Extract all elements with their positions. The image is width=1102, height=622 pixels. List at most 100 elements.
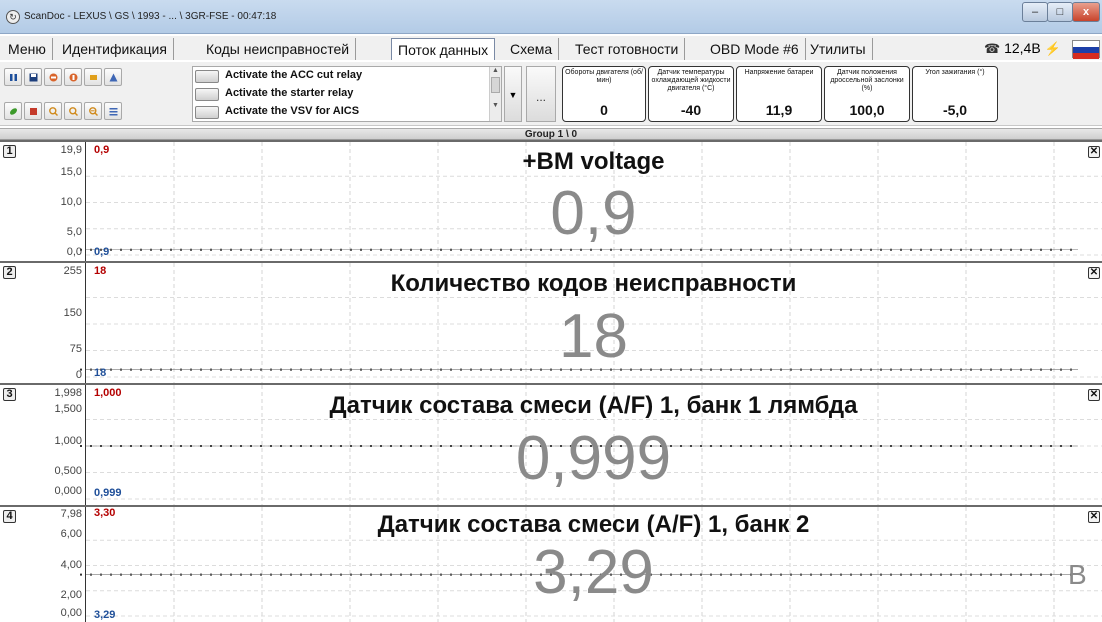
y-tick: 7,98	[60, 508, 82, 520]
actuator-list-scrollbar[interactable]: ▲ ▼	[489, 67, 501, 121]
window-title: ScanDoc - LEXUS \ GS \ 1993 - ... \ 3GR-…	[24, 11, 277, 22]
list-icon	[109, 108, 118, 116]
y-tick: 4,00	[60, 559, 82, 571]
tab-menu[interactable]: Меню	[2, 38, 53, 60]
scroll-down-icon[interactable]: ▼	[490, 102, 501, 109]
activate-starter-relay-button[interactable]	[195, 88, 219, 101]
data-panel[interactable]: 4 7,98 6,00 4,00 2,00 0,00 3,30 3,29 Дат…	[0, 505, 1102, 622]
car-export-icon	[90, 75, 97, 80]
close-panel-icon[interactable]: ✕	[1088, 267, 1100, 279]
gauge-label: Напряжение батареи	[744, 69, 814, 76]
close-panel-icon[interactable]: ✕	[1088, 389, 1100, 401]
export-icon	[30, 108, 37, 115]
y-tick: 75	[69, 343, 82, 355]
zoom-fit-icon	[89, 107, 98, 116]
title-bar: ↻ ScanDoc - LEXUS \ GS \ 1993 - ... \ 3G…	[0, 0, 1102, 34]
data-panel[interactable]: 1 19,9 15,0 10,0 5,0 0,0 0,9 0,9 +BM vol…	[0, 140, 1102, 261]
tab-trouble-codes[interactable]: Коды неисправностей	[200, 38, 357, 60]
panel-value: 3,29	[533, 538, 654, 607]
zoom-in-button[interactable]	[44, 102, 62, 120]
activate-acc-cut-relay-button[interactable]	[195, 70, 219, 83]
panel-value: 0,9	[550, 179, 637, 248]
y-tick: 1,500	[54, 403, 82, 415]
y-tick: 0	[75, 369, 82, 381]
y-tick: 150	[63, 307, 82, 319]
data-panel[interactable]: 3 1,998 1,500 1,000 0,500 0,000 1,000 0,…	[0, 383, 1102, 505]
car-export-button[interactable]	[84, 68, 102, 86]
save-icon	[29, 73, 38, 82]
close-panel-icon[interactable]: ✕	[1088, 146, 1100, 158]
actuator-label: Activate the VSV for AICS	[225, 105, 360, 117]
y-tick: 10,0	[60, 196, 82, 208]
panel-title: Датчик состава смеси (A/F) 1, банк 1 лям…	[329, 392, 858, 419]
zoom-out-button[interactable]	[64, 102, 82, 120]
zoom-out-icon	[69, 107, 78, 116]
tab-schema[interactable]: Схема	[504, 38, 560, 60]
gauge-value: -5,0	[942, 102, 968, 118]
menu-tabs: Меню Идентификация Коды неисправностей П…	[0, 36, 1102, 60]
export-button[interactable]	[24, 102, 42, 120]
leaf-button[interactable]	[4, 102, 22, 120]
toolbar: Activate the ACC cut relay Activate the …	[0, 62, 1102, 126]
gauge-battery-voltage[interactable]: Напряжение батареи 11,9	[736, 66, 822, 122]
car-in-button[interactable]	[44, 68, 62, 86]
close-panel-icon[interactable]: ✕	[1088, 511, 1100, 523]
gauge-engine-rpm[interactable]: Обороты двигателя (об/мин) 0	[562, 66, 646, 122]
actuator-row: Activate the ACC cut relay	[195, 68, 485, 85]
gauge-value: -40	[680, 102, 702, 118]
more-button[interactable]: ...	[526, 66, 556, 122]
y-tick: 15,0	[60, 166, 82, 178]
car-out-icon	[69, 73, 78, 82]
panel-title: Количество кодов неисправности	[390, 270, 797, 297]
close-window-button[interactable]: x	[1072, 2, 1100, 22]
y-tick: 5,0	[66, 226, 82, 238]
actuator-row: Activate the starter relay	[195, 86, 485, 103]
language-flag-icon[interactable]	[1072, 40, 1100, 59]
actuator-label: Activate the ACC cut relay	[225, 69, 363, 81]
zoom-fit-button[interactable]	[84, 102, 102, 120]
gauge-label: Датчик положения дроссельной заслонки (%…	[830, 69, 904, 92]
panel-unit: В	[1068, 559, 1087, 590]
tab-data-stream[interactable]: Поток данных	[391, 38, 496, 60]
y-tick: 1,000	[54, 435, 82, 447]
plug-icon: ⚡	[1044, 41, 1061, 56]
actuator-label: Activate the starter relay	[225, 87, 354, 99]
pause-button[interactable]	[4, 68, 22, 86]
list-view-button[interactable]	[104, 102, 122, 120]
data-panel[interactable]: 2 255 150 75 0 18 18 Количество кодов не…	[0, 261, 1102, 383]
gauge-throttle-position[interactable]: Датчик положения дроссельной заслонки (%…	[824, 66, 910, 122]
chart-tool-button[interactable]	[104, 68, 122, 86]
car-in-icon	[49, 73, 58, 82]
panel-title: +BM voltage	[522, 148, 665, 175]
gauge-label: Угол зажигания (°)	[925, 69, 985, 76]
save-button[interactable]	[24, 68, 42, 86]
chart-tool-icon	[109, 73, 118, 82]
y-tick: 255	[63, 265, 82, 277]
y-tick: 6,00	[60, 528, 82, 540]
scroll-up-icon[interactable]: ▲	[490, 67, 501, 74]
panel-title: Датчик состава смеси (A/F) 1, банк 2	[377, 511, 810, 538]
tab-obd-mode-6[interactable]: OBD Mode #6	[704, 38, 806, 60]
actuator-dropdown-button[interactable]: ▼	[504, 66, 522, 122]
group-header: Group 1 \ 0	[0, 128, 1102, 140]
status-area: ☎ 12,4В ⚡	[984, 37, 1061, 59]
tab-identification[interactable]: Идентификация	[56, 38, 174, 60]
tab-utilities[interactable]: Утилиты	[804, 38, 873, 60]
activate-vsv-aics-button[interactable]	[195, 106, 219, 119]
gauge-label: Датчик температуры охлаждающей жидкости …	[651, 69, 731, 92]
actuator-list: Activate the ACC cut relay Activate the …	[192, 66, 502, 122]
phone-icon: ☎	[984, 41, 1001, 56]
zoom-in-icon	[49, 107, 58, 116]
tab-readiness-test[interactable]: Тест готовности	[569, 38, 686, 60]
gauge-coolant-temp[interactable]: Датчик температуры охлаждающей жидкости …	[648, 66, 734, 122]
scroll-thumb[interactable]	[491, 77, 500, 93]
actuator-row: Activate the VSV for AICS	[195, 104, 485, 121]
maximize-button[interactable]: □	[1047, 2, 1073, 22]
y-tick: 19,9	[60, 144, 82, 156]
app-window: ↻ ScanDoc - LEXUS \ GS \ 1993 - ... \ 3G…	[0, 0, 1102, 622]
pause-icon	[10, 74, 17, 81]
y-tick: 2,00	[60, 589, 82, 601]
minimize-button[interactable]: –	[1022, 2, 1048, 22]
gauge-ignition-angle[interactable]: Угол зажигания (°) -5,0	[912, 66, 998, 122]
car-out-button[interactable]	[64, 68, 82, 86]
